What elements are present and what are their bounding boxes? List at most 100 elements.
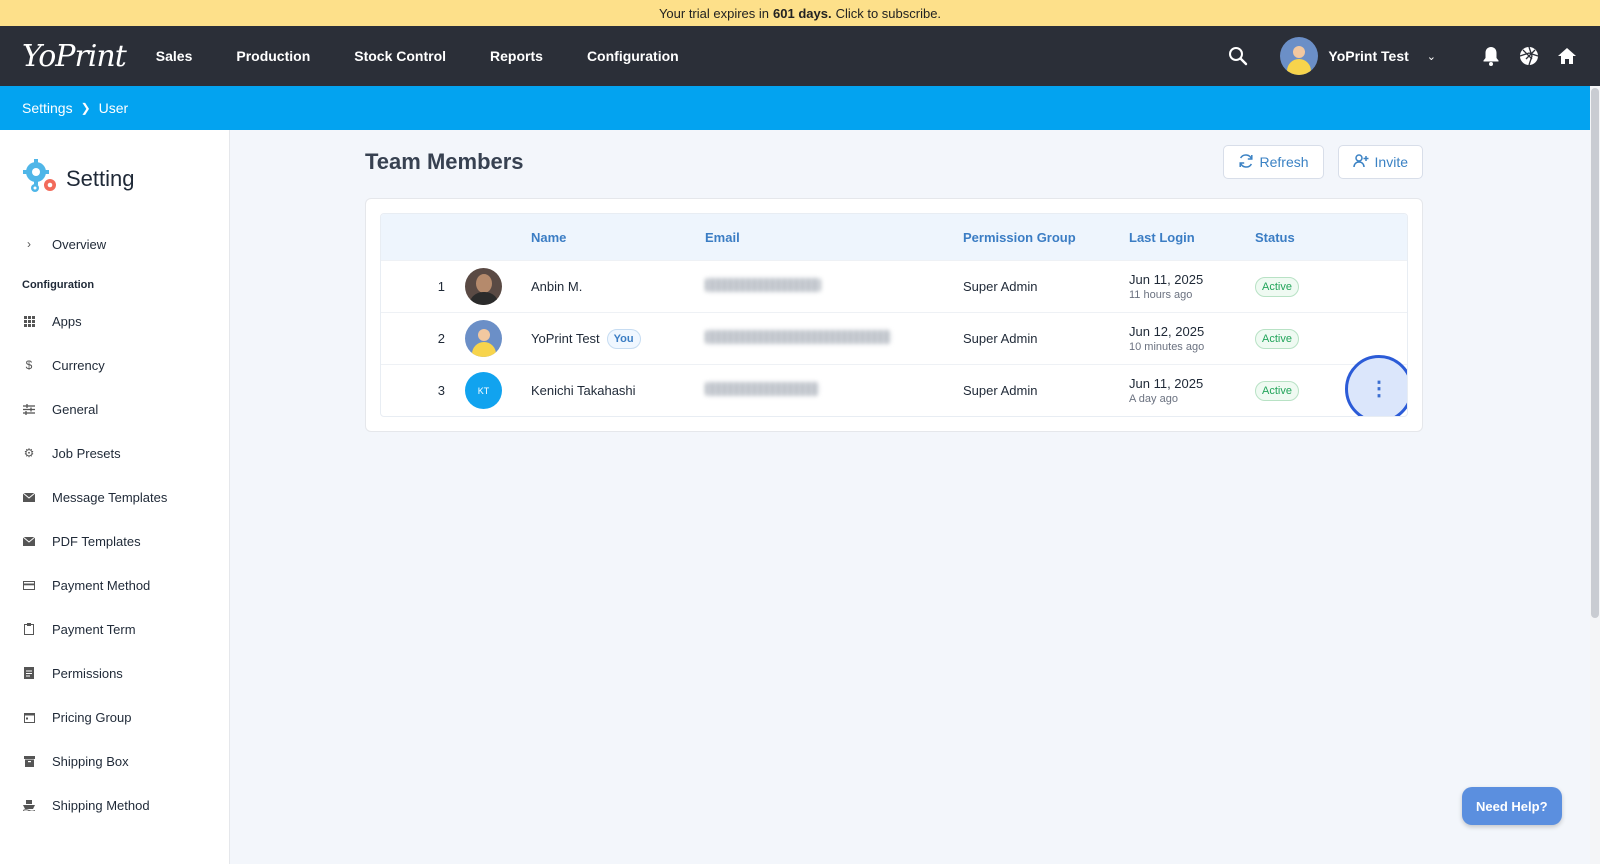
nav-links: Sales Production Stock Control Reports C…: [156, 48, 701, 64]
sidebar: Setting › Overview Configuration Apps $ …: [0, 130, 230, 864]
trial-suffix: Click to subscribe.: [835, 5, 942, 21]
nav-stock-control[interactable]: Stock Control: [332, 48, 468, 64]
sidebar-item-currency[interactable]: $ Currency: [22, 343, 229, 387]
refresh-button[interactable]: Refresh: [1222, 145, 1324, 179]
document-icon: [22, 667, 36, 679]
sidebar-item-pricing-group[interactable]: Pricing Group: [22, 695, 229, 739]
last-login-relative: 10 minutes ago: [1129, 341, 1205, 353]
sidebar-item-overview[interactable]: › Overview: [22, 229, 229, 259]
sidebar-item-label: Currency: [52, 357, 105, 373]
search-icon[interactable]: [1226, 44, 1250, 68]
sidebar-item-payment-method[interactable]: Payment Method: [22, 563, 229, 607]
invite-button[interactable]: Invite: [1337, 145, 1423, 179]
nav-sales[interactable]: Sales: [156, 48, 215, 64]
avatar: KT: [465, 372, 502, 409]
sidebar-item-job-presets[interactable]: ⚙ Job Presets: [22, 431, 229, 475]
need-help-button[interactable]: Need Help?: [1462, 787, 1562, 825]
sidebar-item-label: Job Presets: [52, 445, 121, 461]
main-header: Team Members Refresh Invite: [365, 144, 1423, 180]
main-content: Team Members Refresh Invite Name Email P…: [230, 130, 1600, 864]
sidebar-item-pdf-templates[interactable]: PDF Templates: [22, 519, 229, 563]
top-nav: YoPrint Sales Production Stock Control R…: [0, 26, 1600, 86]
sidebar-item-permissions[interactable]: Permissions: [22, 651, 229, 695]
avatar: [465, 268, 502, 305]
chevron-right-icon: ❯: [80, 101, 91, 115]
trial-days: 601 days.: [773, 5, 832, 21]
row-actions-button[interactable]: ⋮: [1345, 355, 1407, 416]
invite-label: Invite: [1374, 154, 1408, 170]
sidebar-item-message-templates[interactable]: Message Templates: [22, 475, 229, 519]
scrollbar[interactable]: [1590, 86, 1600, 864]
table-row[interactable]: 3 KT Kenichi Takahashi Super Admin Jun 1…: [381, 355, 1407, 416]
member-name: Anbin M.: [531, 279, 583, 294]
nav-reports[interactable]: Reports: [468, 48, 565, 64]
ship-icon: [22, 799, 36, 811]
bell-icon[interactable]: [1480, 45, 1502, 67]
sidebar-item-label: Shipping Box: [52, 753, 129, 769]
layout: Setting › Overview Configuration Apps $ …: [0, 130, 1600, 864]
last-login-relative: A day ago: [1129, 393, 1178, 405]
yoprint-logo[interactable]: YoPrint: [22, 39, 127, 74]
last-login-date: Jun 12, 2025: [1129, 324, 1205, 339]
member-email-redacted: [705, 330, 963, 347]
member-name: Kenichi Takahashi: [531, 383, 636, 398]
home-icon[interactable]: [1556, 45, 1578, 67]
user-menu[interactable]: YoPrint Test ⌄: [1280, 37, 1436, 75]
team-members-card: Name Email Permission Group Last Login S…: [365, 198, 1423, 432]
breadcrumb-settings[interactable]: Settings: [22, 100, 73, 116]
member-permission: Super Admin: [963, 279, 1038, 294]
table-row[interactable]: 1 Anbin M. Super Admin Jun 11, 2025 11 h…: [381, 260, 1407, 312]
aperture-icon[interactable]: [1518, 45, 1540, 67]
team-members-table: Name Email Permission Group Last Login S…: [380, 213, 1408, 417]
trial-banner[interactable]: Your trial expires in 601 days. Click to…: [0, 0, 1600, 26]
clipboard-icon: [22, 623, 36, 635]
table-header: Name Email Permission Group Last Login S…: [381, 214, 1407, 260]
scrollbar-thumb[interactable]: [1591, 88, 1599, 618]
sidebar-item-label: Permissions: [52, 665, 123, 681]
member-email-redacted: [705, 382, 963, 399]
nav-right: YoPrint Test ⌄: [1226, 37, 1578, 75]
add-user-icon: [1352, 153, 1369, 172]
card-icon: [22, 580, 36, 590]
col-last-login[interactable]: Last Login: [1129, 230, 1255, 245]
sidebar-item-label: Message Templates: [52, 489, 168, 505]
sidebar-item-label: Shipping Method: [52, 797, 150, 813]
chevron-down-icon: ⌄: [1426, 50, 1436, 63]
user-name: YoPrint Test: [1328, 48, 1409, 64]
sidebar-item-label: Payment Method: [52, 577, 151, 593]
table-row[interactable]: 2 YoPrint Test You Super Admin Jun 12, 2…: [381, 312, 1407, 364]
member-permission: Super Admin: [963, 383, 1038, 398]
box-icon: [22, 755, 36, 767]
mail-icon: [22, 536, 36, 546]
gears-icon: [22, 158, 58, 199]
sidebar-item-apps[interactable]: Apps: [22, 299, 229, 343]
sidebar-item-shipping-box[interactable]: Shipping Box: [22, 739, 229, 783]
page-title: Team Members: [365, 149, 524, 174]
you-badge: You: [606, 328, 641, 349]
col-email[interactable]: Email: [705, 230, 963, 245]
nav-configuration[interactable]: Configuration: [565, 48, 701, 64]
col-status[interactable]: Status: [1255, 230, 1355, 245]
member-email-redacted: [705, 278, 963, 295]
col-name[interactable]: Name: [531, 230, 705, 245]
sidebar-item-general[interactable]: General: [22, 387, 229, 431]
sidebar-item-shipping-method[interactable]: Shipping Method: [22, 783, 229, 827]
row-number: 2: [437, 331, 445, 346]
breadcrumb-user: User: [98, 100, 129, 116]
row-number: 1: [437, 279, 445, 294]
nav-production[interactable]: Production: [214, 48, 332, 64]
sidebar-item-label: PDF Templates: [52, 533, 141, 549]
dollar-icon: $: [25, 358, 33, 372]
header-actions: Refresh Invite: [1222, 145, 1423, 179]
last-login-relative: 11 hours ago: [1129, 289, 1193, 301]
avatar: [465, 320, 502, 357]
status-badge: Active: [1255, 276, 1299, 297]
status-badge: Active: [1255, 380, 1299, 401]
sidebar-item-payment-term[interactable]: Payment Term: [22, 607, 229, 651]
col-permission-group[interactable]: Permission Group: [963, 230, 1129, 245]
last-login-date: Jun 11, 2025: [1129, 376, 1204, 391]
refresh-label: Refresh: [1259, 154, 1309, 170]
gear-icon: ⚙: [23, 446, 35, 460]
calendar-icon: [22, 712, 36, 723]
sidebar-item-label: General: [52, 401, 99, 417]
